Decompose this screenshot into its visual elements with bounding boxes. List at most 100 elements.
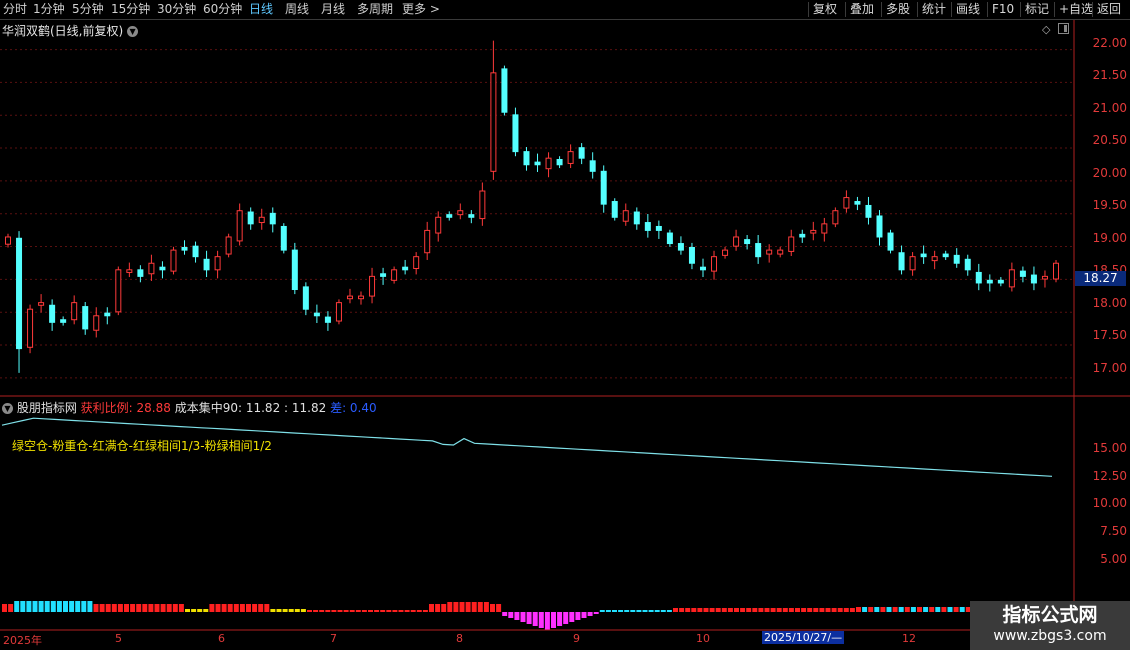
position-bar <box>959 607 965 612</box>
position-bar <box>923 607 929 612</box>
candle-body <box>556 159 563 166</box>
candle-body <box>302 286 309 310</box>
position-bar <box>105 604 111 612</box>
candle-body <box>545 157 552 170</box>
position-bar <box>727 608 733 612</box>
position-bar <box>880 607 886 612</box>
dropdown-circle-icon[interactable]: ▼ <box>2 403 13 414</box>
position-bar <box>947 607 953 612</box>
candle-body <box>380 273 387 277</box>
candle-body <box>457 210 464 216</box>
position-bar <box>331 610 337 612</box>
candle-body <box>1053 262 1059 280</box>
candle-body <box>269 212 276 225</box>
position-bar <box>398 610 404 612</box>
position-bar <box>843 608 849 612</box>
candle-body <box>766 249 773 255</box>
position-bar <box>508 612 514 618</box>
position-bar <box>538 612 544 628</box>
position-bar <box>117 604 123 612</box>
position-bar <box>185 609 190 612</box>
candle-body <box>887 232 894 251</box>
position-bar <box>935 607 941 612</box>
position-bar <box>32 601 38 612</box>
position-bar <box>441 604 447 612</box>
candle-body <box>192 245 199 258</box>
position-bar <box>752 608 758 612</box>
candle-body <box>843 197 850 209</box>
indicator-title-bar: ▼ 股朋指标网 获利比例: 28.88 成本集中90: 11.82 : 11.8… <box>2 399 377 416</box>
position-bar <box>886 607 892 612</box>
candle-body <box>313 312 320 317</box>
candle-body <box>589 160 596 172</box>
candle-body <box>699 266 706 271</box>
position-bar <box>288 609 294 612</box>
cursor-date: 2025/10/27/— <box>762 631 845 644</box>
candle-body <box>104 312 111 317</box>
position-bar <box>746 608 752 612</box>
position-bar <box>246 604 251 612</box>
position-bar <box>502 612 508 616</box>
candle-body <box>82 306 89 330</box>
candle-body <box>909 256 916 271</box>
candle-body <box>71 302 78 321</box>
position-bar <box>99 604 105 612</box>
position-bar <box>673 608 678 612</box>
position-bar <box>343 610 349 612</box>
position-bar <box>191 609 197 612</box>
position-bar <box>160 604 166 612</box>
candle-body <box>402 266 409 271</box>
position-bar <box>642 610 648 612</box>
position-bar <box>325 610 331 612</box>
candle-body <box>810 229 817 234</box>
position-bar <box>807 608 813 612</box>
candle-body <box>137 269 144 277</box>
position-bar <box>270 609 276 612</box>
candle-body <box>424 229 431 254</box>
position-bar <box>612 610 617 612</box>
position-bar <box>209 604 215 612</box>
candle-body <box>435 216 442 234</box>
position-bar <box>618 610 624 612</box>
position-bar <box>520 612 526 622</box>
price-grid <box>0 49 1074 379</box>
candle-body <box>93 315 100 331</box>
price-tick: 17.00 <box>1092 361 1127 375</box>
kline-chart[interactable] <box>0 0 1130 650</box>
candle-body <box>247 211 254 225</box>
position-bar <box>81 601 87 612</box>
position-bar <box>587 612 593 616</box>
position-bar <box>8 604 14 612</box>
candle-body <box>5 236 11 245</box>
position-bar <box>459 602 465 612</box>
position-bar <box>685 608 691 612</box>
position-bar <box>917 607 922 612</box>
position-bar <box>142 604 148 612</box>
candle-body <box>225 236 232 255</box>
position-bar <box>282 609 288 612</box>
candle-body <box>898 252 905 271</box>
price-tick: 22.00 <box>1092 36 1127 50</box>
position-bar <box>941 607 947 612</box>
date-tick: 12 <box>902 632 916 645</box>
price-tick: 20.50 <box>1092 133 1127 147</box>
position-bar <box>868 607 874 612</box>
candle-body <box>975 271 982 284</box>
candle-body <box>446 214 453 218</box>
candle-body <box>413 256 420 269</box>
position-bar <box>795 608 800 612</box>
candle-body <box>49 304 56 323</box>
date-tick: 8 <box>456 632 463 645</box>
candle-body <box>964 258 971 271</box>
position-bar <box>319 610 325 612</box>
indicator-tick: 5.00 <box>1100 552 1127 566</box>
price-tick: 20.00 <box>1092 166 1127 180</box>
candle-body <box>567 151 574 164</box>
position-bar <box>490 604 495 612</box>
position-bar <box>605 610 611 612</box>
watermark: 指标公式网 www.zbgs3.com <box>970 601 1130 650</box>
candle-body <box>369 275 376 297</box>
candle-body <box>722 249 729 256</box>
position-bar <box>355 610 361 612</box>
position-bar <box>874 607 880 612</box>
